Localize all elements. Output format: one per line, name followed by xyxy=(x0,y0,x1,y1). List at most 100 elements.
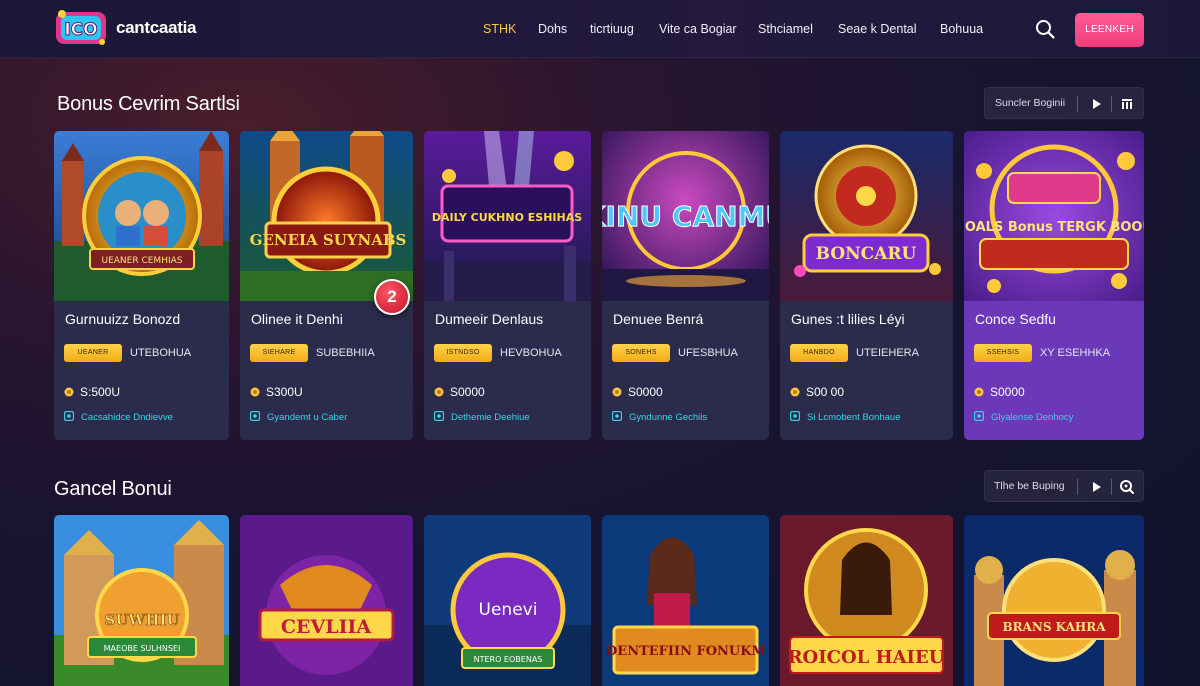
game-thumbnail: Uenevi NTERO EOBENAS xyxy=(424,515,591,686)
play-icon[interactable] xyxy=(1088,96,1104,112)
nav-item-5[interactable]: Sthciamel xyxy=(758,22,813,36)
card-title: Denuee Benrá xyxy=(613,311,704,327)
card-title: Gurnuuizz Bonozd xyxy=(65,311,181,327)
game-thumbnail: UEANER CEMHIAS xyxy=(54,131,229,301)
svg-text:SUWHIU: SUWHIU xyxy=(104,611,179,629)
game-card[interactable]: SUWHIU MAEOBE SULHNSEI xyxy=(54,515,229,686)
bonus-card[interactable]: DAILY CUKHNO ESHIHAS Dumeeir Denlaus IST… xyxy=(424,131,591,440)
divider xyxy=(1111,96,1112,112)
login-button[interactable]: LEENKEH xyxy=(1075,13,1144,47)
card-link[interactable]: Si Lcmobent Bonhaue xyxy=(807,412,900,423)
game-thumbnail: ROICOL HAIEU xyxy=(780,515,953,686)
coin-icon xyxy=(974,387,984,397)
search-icon[interactable] xyxy=(1119,479,1135,495)
game-card[interactable]: BRANS KAHRA xyxy=(964,515,1144,686)
svg-text:ROICOL HAIEU: ROICOL HAIEU xyxy=(788,647,945,668)
bonus-card[interactable]: UEANER CEMHIAS Gurnuuizz Bonozd UEANER U… xyxy=(54,131,229,440)
game-thumbnail: CEVLIIA xyxy=(240,515,413,686)
nav-item-7[interactable]: Bohuua xyxy=(940,22,983,36)
nav-item-1[interactable]: STHK xyxy=(483,22,516,36)
svg-text:CEVLIIA: CEVLIIA xyxy=(281,616,371,638)
card-title: Olinee it Denhi xyxy=(251,311,343,327)
card-tag: UTEIEHERA xyxy=(856,347,919,359)
svg-text:NTERO EOBENAS: NTERO EOBENAS xyxy=(474,655,543,664)
search-icon[interactable] xyxy=(1034,18,1056,40)
download-icon xyxy=(974,411,984,421)
svg-text:BONCARU: BONCARU xyxy=(816,244,917,264)
coin-icon xyxy=(612,387,622,397)
card-tag: UFESBHUA xyxy=(678,347,738,359)
play-icon[interactable] xyxy=(1088,479,1104,495)
nav-item-3[interactable]: ticrtiuug xyxy=(590,22,634,36)
coin-icon xyxy=(250,387,260,397)
card-badge: SSEHSIS xyxy=(974,344,1032,362)
card-badge: SONEHS xyxy=(612,344,670,362)
divider xyxy=(1077,96,1078,112)
number-badge: 2 xyxy=(374,279,410,315)
card-title: Dumeeir Denlaus xyxy=(435,311,544,327)
svg-text:BOALS Bonus TERGK BOOU: BOALS Bonus TERGK BOOU xyxy=(964,220,1144,235)
svg-text:GENEIA SUYNABS: GENEIA SUYNABS xyxy=(250,231,407,249)
game-thumbnail: BONCARU xyxy=(780,131,953,301)
game-thumbnail: DENTEFIIN FONUKM xyxy=(602,515,769,686)
nav-item-6[interactable]: Seae k Dental xyxy=(838,22,917,36)
card-link[interactable]: Glyalense Denhocy xyxy=(991,412,1073,423)
bonus-card[interactable]: BONCARU Gunes :t lilies Léyi HANBDO UTEI… xyxy=(780,131,953,440)
section-title-general: Gancel Bonui xyxy=(54,478,172,500)
coin-icon xyxy=(790,387,800,397)
game-card[interactable]: ROICOL HAIEU xyxy=(780,515,953,686)
card-title: Gunes :t lilies Léyi xyxy=(791,311,905,327)
section-controls: Suncler Boginii xyxy=(984,87,1144,119)
grid-icon[interactable] xyxy=(1119,96,1135,112)
game-card[interactable]: CEVLIIA xyxy=(240,515,413,686)
top-navigation-bar: ICO cantcaatia STHK Dohs ticrtiuug Vite … xyxy=(0,0,1200,58)
card-link[interactable]: Dethemie Deehiue xyxy=(451,412,530,423)
game-thumbnail: KINU CANMU xyxy=(602,131,769,301)
game-thumbnail: SUWHIU MAEOBE SULHNSEI xyxy=(54,515,229,686)
card-tag: XY ESEHHKA xyxy=(1040,347,1111,359)
svg-text:UEANER CEMHIAS: UEANER CEMHIAS xyxy=(102,256,183,266)
download-icon xyxy=(790,411,800,421)
card-amount: S0000 xyxy=(450,385,485,399)
game-thumbnail: GENEIA SUYNABS xyxy=(240,131,413,301)
card-badge: ISTNDSO xyxy=(434,344,492,362)
game-thumbnail: BRANS KAHRA xyxy=(964,515,1144,686)
svg-text:DAILY CUKHNO ESHIHAS: DAILY CUKHNO ESHIHAS xyxy=(432,211,582,224)
card-amount: S:500U xyxy=(80,385,121,399)
bonus-card[interactable]: KINU CANMU Denuee Benrá SONEHS UFESBHUA … xyxy=(602,131,769,440)
download-icon xyxy=(434,411,444,421)
card-amount: S00 00 xyxy=(806,385,845,399)
card-tag: HEVBOHUA xyxy=(500,347,562,359)
section-title-bonus: Bonus Cevrim Sartlsi xyxy=(57,93,240,115)
game-card[interactable]: Uenevi NTERO EOBENAS xyxy=(424,515,591,686)
svg-text:DENTEFIIN FONUKM: DENTEFIIN FONUKM xyxy=(606,644,766,659)
divider xyxy=(1077,479,1078,495)
card-link[interactable]: Gyandemt u Caber xyxy=(267,412,347,423)
game-thumbnail: DAILY CUKHNO ESHIHAS xyxy=(424,131,591,301)
nav-item-4[interactable]: Vite ca Bogiar xyxy=(659,22,737,36)
coin-icon xyxy=(434,387,444,397)
card-badge: UEANER xyxy=(64,344,122,362)
download-icon xyxy=(250,411,260,421)
section-control-label[interactable]: Tlhe be Buping xyxy=(994,480,1065,492)
section-controls: Tlhe be Buping xyxy=(984,470,1144,502)
svg-text:MAEOBE SULHNSEI: MAEOBE SULHNSEI xyxy=(104,644,181,653)
svg-text:Uenevi: Uenevi xyxy=(479,600,538,620)
divider xyxy=(1111,479,1112,495)
coin-icon xyxy=(64,387,74,397)
bonus-card[interactable]: BOALS Bonus TERGK BOOU Conce Sedfu SSEHS… xyxy=(964,131,1144,440)
card-link[interactable]: Cacsahidce Dndievve xyxy=(81,412,173,423)
section-control-label[interactable]: Suncler Boginii xyxy=(995,97,1065,109)
card-amount: S0000 xyxy=(990,385,1025,399)
main-nav: STHK Dohs ticrtiuug Vite ca Bogiar Sthci… xyxy=(0,22,1200,38)
game-thumbnail: BOALS Bonus TERGK BOOU xyxy=(964,131,1144,301)
svg-text:BRANS KAHRA: BRANS KAHRA xyxy=(1002,620,1106,634)
nav-item-2[interactable]: Dohs xyxy=(538,22,567,36)
card-tag: SUBEBHIIA xyxy=(316,347,375,359)
game-card[interactable]: DENTEFIIN FONUKM xyxy=(602,515,769,686)
card-badge: HANBDO xyxy=(790,344,848,362)
card-link[interactable]: Gyndunne Gechiis xyxy=(629,412,707,423)
card-title: Conce Sedfu xyxy=(975,311,1056,327)
card-tag: UTEBOHUA xyxy=(130,347,192,359)
download-icon xyxy=(612,411,622,421)
